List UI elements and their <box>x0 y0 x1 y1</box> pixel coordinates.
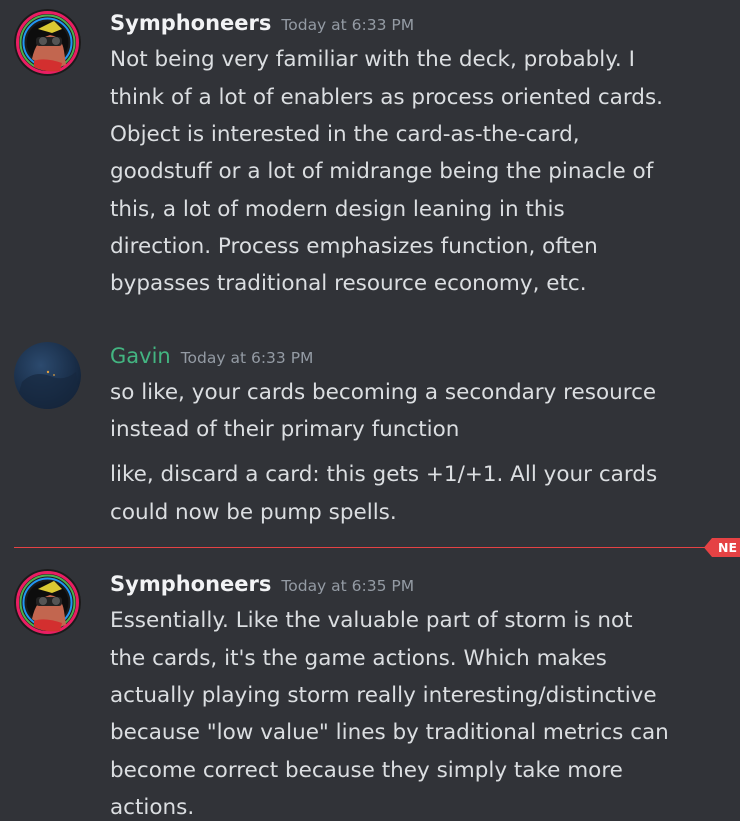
message-text-line: think of a lot of enablers as process or… <box>110 85 663 110</box>
message-text-line: instead of their primary function <box>110 417 460 442</box>
new-messages-badge: NE <box>704 538 740 557</box>
message-text-line: Not being very familiar with the deck, p… <box>110 47 635 72</box>
message-text-line: like, discard a card: this gets +1/+1. A… <box>110 462 658 487</box>
message-header: Symphoneers Today at 6:33 PM <box>110 11 414 35</box>
timestamp: Today at 6:33 PM <box>281 16 415 34</box>
dark-blue-space-avatar-icon[interactable] <box>14 342 81 409</box>
message-text-line: could now be pump spells. <box>110 500 397 525</box>
new-messages-divider <box>14 547 718 548</box>
message-header: Gavin Today at 6:33 PM <box>110 344 313 368</box>
message-header: Symphoneers Today at 6:35 PM <box>110 572 414 596</box>
message-text-line: bypasses traditional resource economy, e… <box>110 271 587 296</box>
message-text-line: goodstuff or a lot of midrange being the… <box>110 159 654 184</box>
message-text-line: because "low value" lines by traditional… <box>110 720 669 745</box>
message-text-line: this, a lot of modern design leaning in … <box>110 197 565 222</box>
message-text-line: Object is interested in the card-as-the-… <box>110 122 580 147</box>
username[interactable]: Symphoneers <box>110 572 271 596</box>
username[interactable]: Gavin <box>110 344 171 368</box>
message-text-line: become correct because they simply take … <box>110 758 623 783</box>
message-text-line: the cards, it's the game actions. Which … <box>110 646 607 671</box>
message-text-line: actions. <box>110 795 195 820</box>
message-text-line: so like, your cards becoming a secondary… <box>110 380 657 405</box>
timestamp: Today at 6:33 PM <box>180 349 314 367</box>
message-text-line: Essentially. Like the valuable part of s… <box>110 608 633 633</box>
masked-face-avatar-icon[interactable] <box>14 9 81 76</box>
message-text-line: direction. Process emphasizes function, … <box>110 234 598 259</box>
masked-face-avatar-icon[interactable] <box>14 569 81 636</box>
message-text-line: actually playing storm really interestin… <box>110 683 657 708</box>
username[interactable]: Symphoneers <box>110 11 271 35</box>
timestamp: Today at 6:35 PM <box>281 577 415 595</box>
